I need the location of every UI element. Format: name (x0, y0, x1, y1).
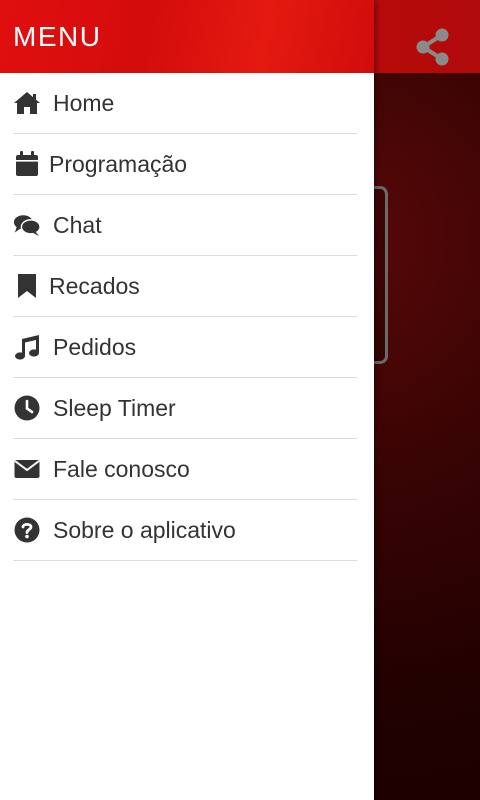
music-note-icon (13, 333, 41, 361)
menu-item-label: Fale conosco (53, 455, 190, 482)
bookmark-icon (13, 272, 41, 300)
menu-item-label: Home (53, 89, 115, 116)
menu-item-label: Chat (53, 211, 102, 238)
home-icon (13, 89, 41, 117)
menu-item-label: Recados (49, 272, 140, 299)
menu-list: Home Programação Chat Recados Pedidos Sl… (0, 73, 374, 561)
app-screen: MENU Home Programação Chat Recados Pedid… (0, 0, 480, 800)
drawer-title: MENU (13, 21, 102, 52)
menu-item-label: Sobre o aplicativo (53, 516, 236, 543)
menu-item-chat[interactable]: Chat (13, 195, 357, 256)
share-button[interactable] (410, 24, 456, 70)
menu-item-recados[interactable]: Recados (13, 256, 357, 317)
share-icon (415, 28, 451, 66)
menu-item-label: Programação (49, 150, 188, 177)
menu-item-sleep-timer[interactable]: Sleep Timer (13, 378, 357, 439)
menu-item-pedidos[interactable]: Pedidos (13, 317, 357, 378)
calendar-icon (13, 150, 41, 178)
drawer-header: MENU (0, 0, 374, 73)
menu-item-label: Sleep Timer (53, 394, 176, 421)
chat-icon (13, 211, 41, 239)
clock-icon (13, 394, 41, 422)
navigation-drawer: MENU Home Programação Chat Recados Pedid… (0, 0, 374, 800)
menu-item-home[interactable]: Home (13, 73, 357, 134)
menu-item-label: Pedidos (53, 333, 137, 360)
menu-item-fale-conosco[interactable]: Fale conosco (13, 439, 357, 500)
question-circle-icon (13, 516, 41, 544)
menu-item-sobre[interactable]: Sobre o aplicativo (13, 500, 357, 561)
envelope-icon (13, 455, 41, 483)
menu-item-programacao[interactable]: Programação (13, 134, 357, 195)
